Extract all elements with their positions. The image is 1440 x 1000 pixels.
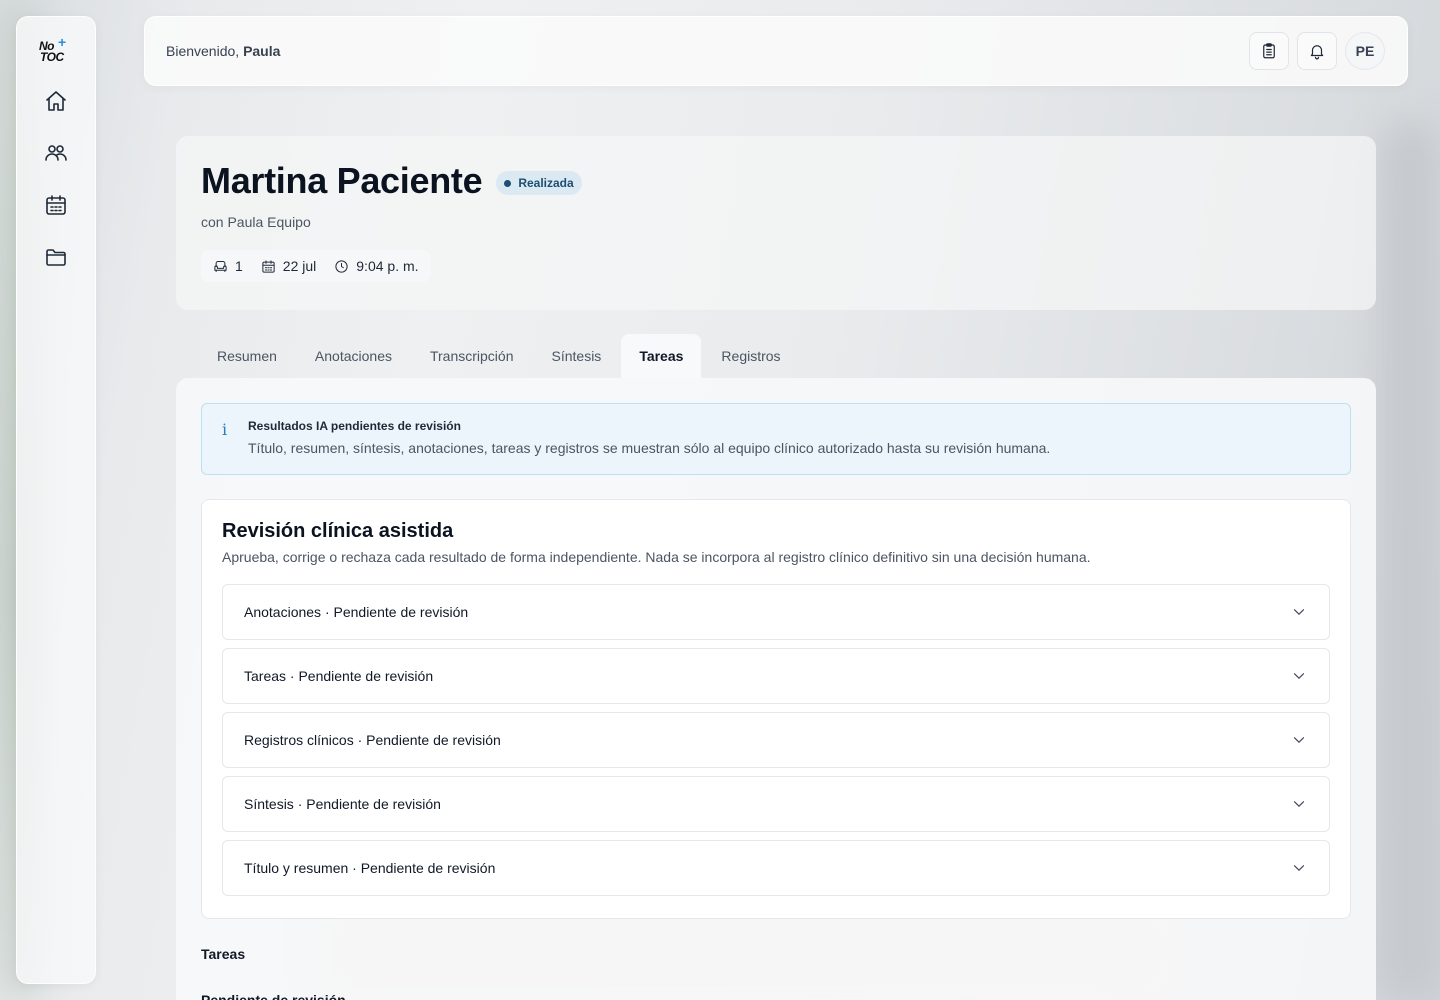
chevron-down-icon [1290, 731, 1308, 749]
folder-icon [46, 249, 66, 266]
notice-text: Título, resumen, síntesis, anotaciones, … [248, 440, 1051, 456]
session-date: 22 jul [261, 258, 316, 274]
accordion-label: Registros clínicos · Pendiente de revisi… [244, 732, 501, 748]
sidebar-item-home[interactable] [36, 81, 76, 121]
sidebar: No TOC + [16, 16, 96, 984]
info-icon: i [222, 420, 228, 439]
accordion-item-anotaciones[interactable]: Anotaciones · Pendiente de revisión [222, 584, 1330, 640]
clock-icon [335, 259, 348, 273]
accordion-item-titulo-resumen[interactable]: Título y resumen · Pendiente de revisión [222, 840, 1330, 896]
accordion-label: Síntesis · Pendiente de revisión [244, 796, 441, 812]
tab-sintesis[interactable]: Síntesis [534, 334, 620, 378]
chevron-down-icon [1290, 795, 1308, 813]
review-description: Aprueba, corrige o rechaza cada resultad… [222, 549, 1091, 565]
accordion-label: Tareas · Pendiente de revisión [244, 668, 434, 684]
logo-plus: + [58, 34, 67, 50]
tab-tareas[interactable]: Tareas [621, 334, 702, 378]
header-actions: PE [1249, 32, 1385, 70]
status-badge: Realizada [496, 171, 582, 195]
status-dot-icon [504, 179, 512, 187]
clipboard-icon [1263, 43, 1275, 59]
chevron-down-icon [1290, 859, 1308, 877]
session-number-value: 1 [235, 258, 243, 274]
notice-title: Resultados IA pendientes de revisión [248, 419, 461, 433]
tab-resumen[interactable]: Resumen [199, 334, 295, 378]
tab-transcripcion[interactable]: Transcripción [412, 334, 532, 378]
patient-subtitle: con Paula Equipo [201, 214, 311, 230]
accordion-label: Anotaciones · Pendiente de revisión [244, 604, 469, 620]
review-accordion: Anotaciones · Pendiente de revisión Tare… [222, 584, 1330, 896]
tasks-section-title: Tareas [201, 946, 246, 962]
chevron-down-icon [1290, 667, 1308, 685]
accordion-item-sintesis[interactable]: Síntesis · Pendiente de revisión [222, 776, 1330, 832]
patient-title-row: Martina Paciente Realizada [201, 160, 1351, 202]
bell-icon [1310, 45, 1324, 60]
accordion-label: Título y resumen · Pendiente de revisión [244, 860, 496, 876]
sidebar-item-calendar[interactable] [36, 185, 76, 225]
tab-registros[interactable]: Registros [703, 334, 798, 378]
session-number: 1 [213, 258, 243, 274]
accordion-item-registros[interactable]: Registros clínicos · Pendiente de revisi… [222, 712, 1330, 768]
patient-name: Martina Paciente [201, 160, 483, 201]
status-label: Realizada [518, 176, 574, 190]
user-avatar[interactable]: PE [1345, 32, 1385, 70]
session-tabs: Resumen Anotaciones Transcripción Síntes… [199, 334, 801, 378]
calendar-icon [46, 195, 66, 215]
session-time: 9:04 p. m. [334, 258, 419, 274]
users-icon [45, 145, 67, 161]
sidebar-item-patients[interactable] [36, 133, 76, 173]
welcome-message: Bienvenido, Paula [166, 43, 280, 59]
calendar-icon [262, 259, 275, 273]
tasks-pending-label: Pendiente de revisión [201, 992, 346, 1000]
session-time-value: 9:04 p. m. [356, 258, 419, 274]
welcome-prefix: Bienvenido, [166, 43, 240, 59]
tab-anotaciones[interactable]: Anotaciones [297, 334, 410, 378]
session-meta: 1 22 jul 9:04 p. m. [201, 250, 431, 282]
background-wall [1380, 120, 1440, 1000]
welcome-user-name: Paula [243, 43, 281, 59]
patient-header-card: Martina Paciente Realizada con Paula Equ… [176, 136, 1376, 310]
app-logo[interactable]: No TOC + [39, 35, 73, 69]
ai-review-notice: i Resultados IA pendientes de revisión T… [201, 403, 1351, 475]
home-icon [46, 91, 66, 111]
couch-icon [214, 260, 227, 272]
clipboard-button[interactable] [1249, 32, 1289, 70]
session-date-value: 22 jul [282, 258, 317, 274]
sidebar-item-folder[interactable] [36, 237, 76, 277]
accordion-item-tareas[interactable]: Tareas · Pendiente de revisión [222, 648, 1330, 704]
top-header: Bienvenido, Paula PE [144, 16, 1408, 86]
review-title: Revisión clínica asistida [222, 520, 454, 542]
logo-text-bottom: TOC [40, 50, 64, 64]
chevron-down-icon [1290, 603, 1308, 621]
tab-content-panel: i Resultados IA pendientes de revisión T… [176, 378, 1376, 1000]
clinical-review-card: Revisión clínica asistida Aprueba, corri… [201, 499, 1351, 919]
notifications-button[interactable] [1297, 32, 1337, 70]
